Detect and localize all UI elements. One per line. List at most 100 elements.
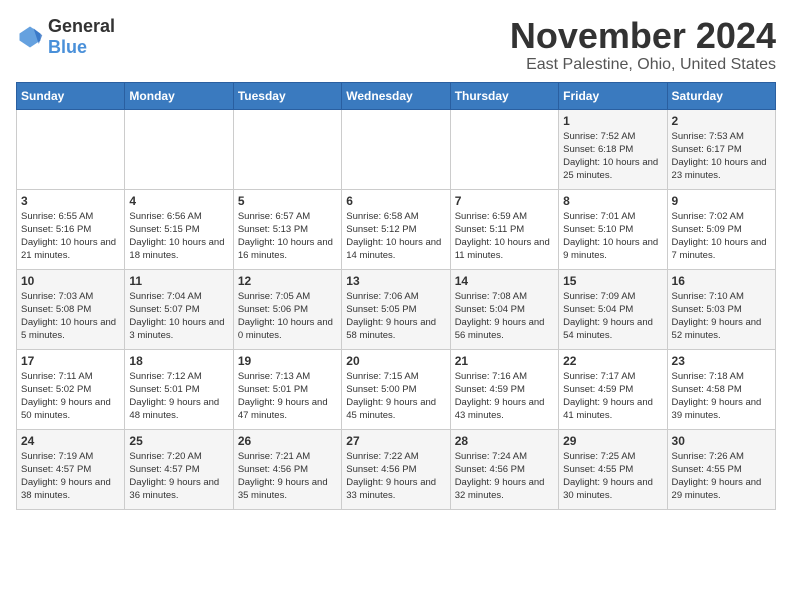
header-day-sunday: Sunday [17,82,125,109]
calendar-cell: 21Sunrise: 7:16 AM Sunset: 4:59 PM Dayli… [450,349,558,429]
calendar-cell: 9 Sunrise: 7:02 AM Sunset: 5:09 PM Daylig… [667,189,775,269]
day-number: 1 [563,114,662,128]
calendar-cell: 30 Sunrise: 7:26 AM Sunset: 4:55 PM Dayli… [667,429,775,509]
calendar-cell: 18 Sunrise: 7:12 AM Sunset: 5:01 PM Dayli… [125,349,233,429]
day-info: Sunrise: 7:15 AM Sunset: 5:00 PM Dayligh… [346,370,445,423]
day-info: Sunrise: 7:22 AM Sunset: 4:56 PM Dayligh… [346,450,445,503]
calendar-cell: 25 Sunrise: 7:20 AM Sunset: 4:57 PM Dayli… [125,429,233,509]
title-block: November 2024 East Palestine, Ohio, Unit… [510,16,776,74]
logo: General Blue [16,16,115,58]
calendar-week-5: 24Sunrise: 7:19 AM Sunset: 4:57 PM Dayli… [17,429,776,509]
header-day-saturday: Saturday [667,82,775,109]
day-number: 23 [672,354,771,368]
calendar-week-3: 10Sunrise: 7:03 AM Sunset: 5:08 PM Dayli… [17,269,776,349]
day-number: 2 [672,114,771,128]
day-info: Sunrise: 7:03 AM Sunset: 5:08 PM Dayligh… [21,290,120,343]
day-info: Sunrise: 7:24 AM Sunset: 4:56 PM Dayligh… [455,450,554,503]
header-day-tuesday: Tuesday [233,82,341,109]
calendar-cell: 22 Sunrise: 7:17 AM Sunset: 4:59 PM Dayli… [559,349,667,429]
calendar-cell: 15Sunrise: 7:09 AM Sunset: 5:04 PM Dayli… [559,269,667,349]
calendar-cell: 2 Sunrise: 7:53 AM Sunset: 6:17 PM Daylig… [667,109,775,189]
day-number: 27 [346,434,445,448]
calendar-week-4: 17Sunrise: 7:11 AM Sunset: 5:02 PM Dayli… [17,349,776,429]
day-info: Sunrise: 7:18 AM Sunset: 4:58 PM Dayligh… [672,370,771,423]
day-number: 26 [238,434,337,448]
day-info: Sunrise: 7:21 AM Sunset: 4:56 PM Dayligh… [238,450,337,503]
day-info: Sunrise: 7:20 AM Sunset: 4:57 PM Dayligh… [129,450,228,503]
logo-text: General Blue [48,16,115,58]
calendar-cell: 1 Sunrise: 7:52 AM Sunset: 6:18 PM Daylig… [559,109,667,189]
day-number: 25 [129,434,228,448]
calendar-cell: 7 Sunrise: 6:59 AM Sunset: 5:11 PM Daylig… [450,189,558,269]
day-number: 9 [672,194,771,208]
calendar-cell: 8Sunrise: 7:01 AM Sunset: 5:10 PM Daylig… [559,189,667,269]
header-day-wednesday: Wednesday [342,82,450,109]
calendar-cell: 12Sunrise: 7:05 AM Sunset: 5:06 PM Dayli… [233,269,341,349]
calendar-cell: 5 Sunrise: 6:57 AM Sunset: 5:13 PM Daylig… [233,189,341,269]
calendar-cell: 11Sunrise: 7:04 AM Sunset: 5:07 PM Dayli… [125,269,233,349]
day-info: Sunrise: 7:04 AM Sunset: 5:07 PM Dayligh… [129,290,228,343]
day-info: Sunrise: 7:25 AM Sunset: 4:55 PM Dayligh… [563,450,662,503]
calendar-cell: 4 Sunrise: 6:56 AM Sunset: 5:15 PM Daylig… [125,189,233,269]
day-number: 15 [563,274,662,288]
day-info: Sunrise: 7:53 AM Sunset: 6:17 PM Dayligh… [672,130,771,183]
calendar-table: SundayMondayTuesdayWednesdayThursdayFrid… [16,82,776,510]
calendar-week-2: 3Sunrise: 6:55 AM Sunset: 5:16 PM Daylig… [17,189,776,269]
calendar-week-1: 1 Sunrise: 7:52 AM Sunset: 6:18 PM Daylig… [17,109,776,189]
day-number: 18 [129,354,228,368]
day-info: Sunrise: 7:12 AM Sunset: 5:01 PM Dayligh… [129,370,228,423]
calendar-cell [125,109,233,189]
day-number: 5 [238,194,337,208]
day-info: Sunrise: 7:52 AM Sunset: 6:18 PM Dayligh… [563,130,662,183]
page-subtitle: East Palestine, Ohio, United States [510,56,776,74]
calendar-cell [450,109,558,189]
day-info: Sunrise: 6:57 AM Sunset: 5:13 PM Dayligh… [238,210,337,263]
header-day-thursday: Thursday [450,82,558,109]
header: General Blue November 2024 East Palestin… [16,16,776,74]
day-info: Sunrise: 7:06 AM Sunset: 5:05 PM Dayligh… [346,290,445,343]
day-number: 30 [672,434,771,448]
header-day-friday: Friday [559,82,667,109]
calendar-body: 1 Sunrise: 7:52 AM Sunset: 6:18 PM Daylig… [17,109,776,509]
header-row: SundayMondayTuesdayWednesdayThursdayFrid… [17,82,776,109]
day-number: 7 [455,194,554,208]
day-info: Sunrise: 7:10 AM Sunset: 5:03 PM Dayligh… [672,290,771,343]
calendar-cell: 20 Sunrise: 7:15 AM Sunset: 5:00 PM Dayli… [342,349,450,429]
calendar-cell: 28Sunrise: 7:24 AM Sunset: 4:56 PM Dayli… [450,429,558,509]
day-number: 13 [346,274,445,288]
day-info: Sunrise: 7:02 AM Sunset: 5:09 PM Dayligh… [672,210,771,263]
calendar-cell: 26 Sunrise: 7:21 AM Sunset: 4:56 PM Dayli… [233,429,341,509]
calendar-header: SundayMondayTuesdayWednesdayThursdayFrid… [17,82,776,109]
day-info: Sunrise: 6:56 AM Sunset: 5:15 PM Dayligh… [129,210,228,263]
logo-blue: Blue [48,37,87,57]
day-number: 6 [346,194,445,208]
calendar-cell: 6 Sunrise: 6:58 AM Sunset: 5:12 PM Daylig… [342,189,450,269]
calendar-cell: 29 Sunrise: 7:25 AM Sunset: 4:55 PM Dayli… [559,429,667,509]
calendar-cell: 19Sunrise: 7:13 AM Sunset: 5:01 PM Dayli… [233,349,341,429]
calendar-cell [342,109,450,189]
calendar-cell: 27 Sunrise: 7:22 AM Sunset: 4:56 PM Dayli… [342,429,450,509]
day-info: Sunrise: 7:26 AM Sunset: 4:55 PM Dayligh… [672,450,771,503]
day-info: Sunrise: 6:58 AM Sunset: 5:12 PM Dayligh… [346,210,445,263]
calendar-cell: 13 Sunrise: 7:06 AM Sunset: 5:05 PM Dayli… [342,269,450,349]
day-number: 8 [563,194,662,208]
calendar-cell [233,109,341,189]
day-number: 4 [129,194,228,208]
page-title: November 2024 [510,16,776,56]
calendar-cell: 3Sunrise: 6:55 AM Sunset: 5:16 PM Daylig… [17,189,125,269]
calendar-cell: 23 Sunrise: 7:18 AM Sunset: 4:58 PM Dayli… [667,349,775,429]
day-number: 17 [21,354,120,368]
day-info: Sunrise: 7:05 AM Sunset: 5:06 PM Dayligh… [238,290,337,343]
day-info: Sunrise: 7:08 AM Sunset: 5:04 PM Dayligh… [455,290,554,343]
day-number: 29 [563,434,662,448]
day-number: 24 [21,434,120,448]
day-number: 20 [346,354,445,368]
logo-icon [16,23,44,51]
calendar-cell: 16Sunrise: 7:10 AM Sunset: 5:03 PM Dayli… [667,269,775,349]
header-day-monday: Monday [125,82,233,109]
day-number: 22 [563,354,662,368]
day-info: Sunrise: 6:59 AM Sunset: 5:11 PM Dayligh… [455,210,554,263]
calendar-cell: 14Sunrise: 7:08 AM Sunset: 5:04 PM Dayli… [450,269,558,349]
calendar-cell: 24Sunrise: 7:19 AM Sunset: 4:57 PM Dayli… [17,429,125,509]
day-info: Sunrise: 7:17 AM Sunset: 4:59 PM Dayligh… [563,370,662,423]
